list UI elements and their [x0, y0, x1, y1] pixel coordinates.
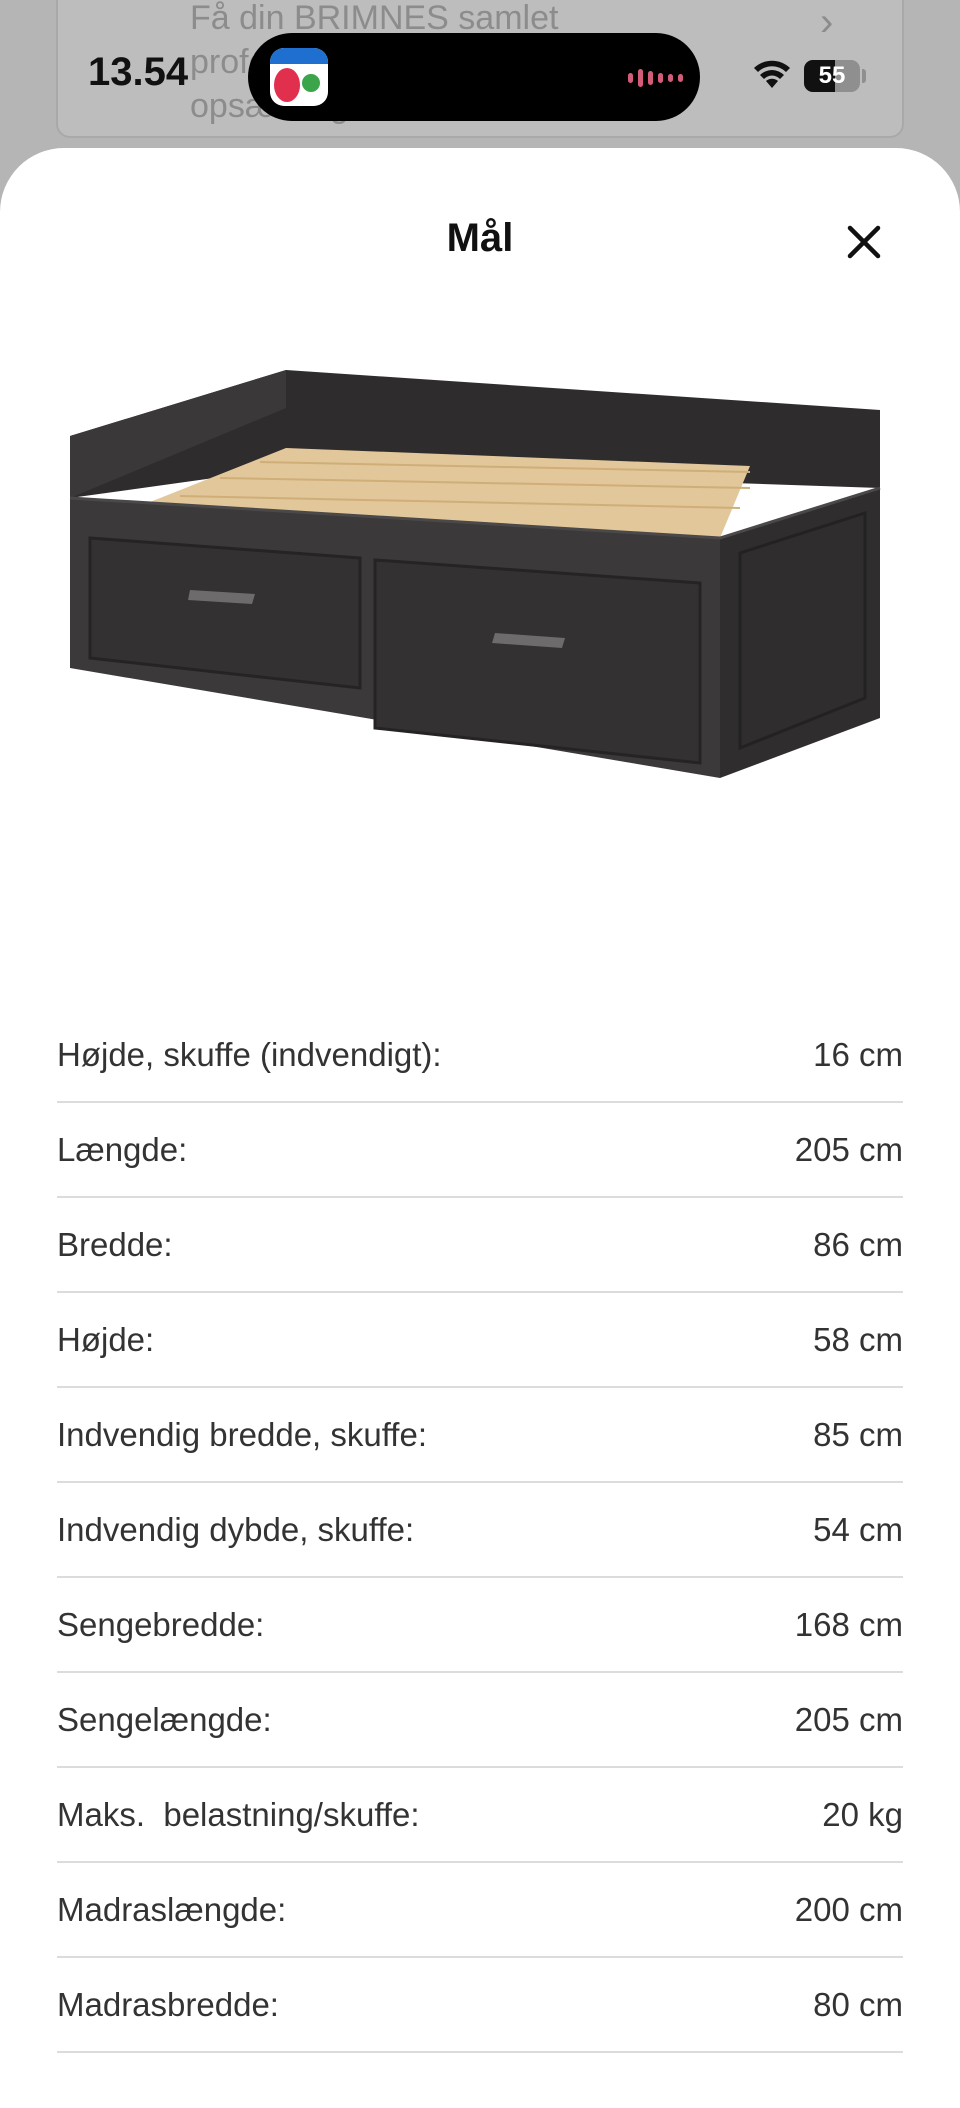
dimension-label: Længde: — [57, 1130, 188, 1168]
dimension-value: 85 cm — [813, 1415, 903, 1453]
dimension-value: 168 cm — [794, 1605, 903, 1643]
dimension-row-mattress-length: Madraslængde: 200 cm — [57, 1863, 903, 1958]
battery-indicator: 55 — [804, 60, 860, 92]
dimension-label: Indvendig bredde, skuffe: — [57, 1415, 427, 1453]
dimensions-list: Højde, skuffe (indvendigt): 16 cm Længde… — [57, 1008, 903, 2053]
dimension-value: 205 cm — [794, 1130, 903, 1168]
dimension-row-bed-length: Sengelængde: 205 cm — [57, 1673, 903, 1768]
dimension-label: Madrasbredde: — [57, 1985, 279, 2023]
dimensions-sheet: Mål Højde, skuffe (indvendigt): 16 cm Læ… — [0, 148, 960, 2108]
status-time: 13.54 — [88, 50, 189, 94]
dimension-row-height: Højde: 58 cm — [57, 1293, 903, 1388]
dimension-value: 80 cm — [813, 1985, 903, 2023]
dimension-value: 54 cm — [813, 1510, 903, 1548]
close-icon — [847, 225, 881, 259]
dimension-value: 86 cm — [813, 1225, 903, 1263]
dimension-value: 58 cm — [813, 1320, 903, 1358]
battery-percentage: 55 — [818, 62, 846, 89]
dimension-row-drawer-height: Højde, skuffe (indvendigt): 16 cm — [57, 1008, 903, 1103]
wifi-icon — [752, 56, 792, 95]
dimension-label: Højde: — [57, 1320, 155, 1358]
dimension-value: 20 kg — [822, 1795, 903, 1833]
dynamic-island — [248, 33, 700, 121]
dimension-value: 200 cm — [794, 1890, 903, 1928]
product-image — [69, 370, 881, 778]
dimension-label: Madraslængde: — [57, 1890, 287, 1928]
close-button[interactable] — [836, 214, 892, 270]
dimension-label: Bredde: — [57, 1225, 173, 1263]
dimension-row-length: Længde: 205 cm — [57, 1103, 903, 1198]
chevron-right-icon: › — [820, 0, 834, 44]
sheet-title: Mål — [446, 216, 514, 260]
dimension-value: 16 cm — [813, 1035, 903, 1073]
dimension-label: Sengelængde: — [57, 1700, 272, 1738]
dimension-label: Højde, skuffe (indvendigt): — [57, 1035, 442, 1073]
dimension-row-max-load: Maks. belastning/skuffe: 20 kg — [57, 1768, 903, 1863]
dimension-label: Sengebredde: — [57, 1605, 265, 1643]
dimension-row-drawer-inner-depth: Indvendig dybde, skuffe: 54 cm — [57, 1483, 903, 1578]
audio-wave-icon — [628, 69, 683, 87]
dimension-row-width: Bredde: 86 cm — [57, 1198, 903, 1293]
dimension-row-bed-width: Sengebredde: 168 cm — [57, 1578, 903, 1673]
dimension-label: Indvendig dybde, skuffe: — [57, 1510, 415, 1548]
dimension-row-drawer-inner-width: Indvendig bredde, skuffe: 85 cm — [57, 1388, 903, 1483]
battery-tip — [862, 69, 866, 83]
dimension-label: Maks. belastning/skuffe: — [57, 1795, 420, 1833]
app-icon — [270, 48, 328, 106]
dimension-row-mattress-width: Madrasbredde: 80 cm — [57, 1958, 903, 2053]
dimension-value: 205 cm — [794, 1700, 903, 1738]
